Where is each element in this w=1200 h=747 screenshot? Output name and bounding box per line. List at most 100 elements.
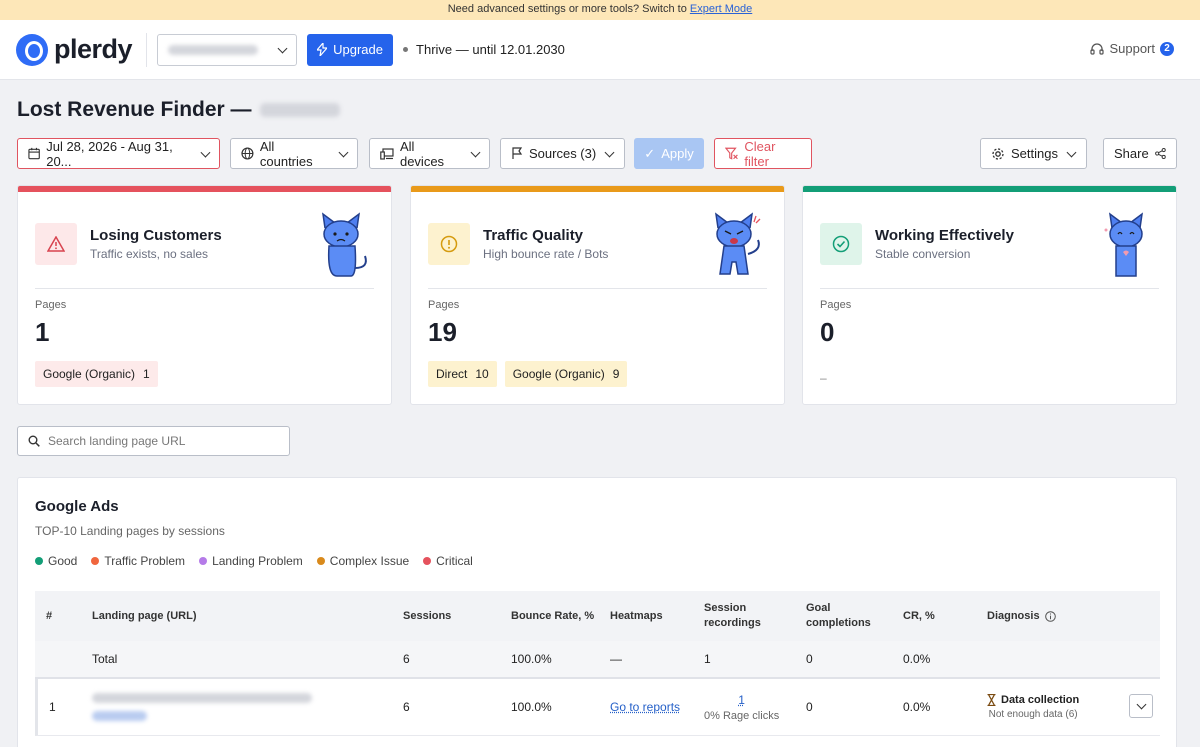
expert-mode-link[interactable]: Expert Mode: [690, 3, 752, 15]
source-chips: Google (Organic) 1: [35, 361, 158, 387]
support-label: Support: [1109, 41, 1155, 56]
site-name-redacted: [260, 103, 340, 117]
devices-label: All devices: [400, 139, 462, 169]
legend-complex-issue: Complex Issue: [317, 554, 409, 568]
top-banner: Need advanced settings or more tools? Sw…: [0, 0, 1200, 20]
col-num: #: [46, 591, 52, 641]
col-goals[interactable]: Goal completions: [806, 591, 876, 641]
row-url-redacted[interactable]: [92, 679, 312, 735]
countries-filter[interactable]: All countries: [230, 138, 358, 169]
chevron-down-icon: [471, 147, 481, 157]
alert-circle-icon: [428, 223, 470, 265]
clear-filter-button[interactable]: Clear filter: [714, 138, 812, 169]
chip-count: 1: [143, 367, 150, 381]
landing-pages-table: # Landing page (URL) Sessions Bounce Rat…: [35, 591, 1160, 736]
table-total-row: Total 6 100.0% — 1 0 0.0%: [35, 641, 1160, 679]
devices-filter[interactable]: All devices: [369, 138, 490, 169]
total-heatmaps: —: [610, 641, 622, 677]
plan-info: Thrive — until 12.01.2030: [403, 42, 565, 57]
chevron-down-icon: [339, 147, 349, 157]
col-url[interactable]: Landing page (URL): [92, 591, 197, 641]
card-divider: [820, 288, 1159, 289]
upgrade-button[interactable]: Upgrade: [307, 34, 393, 66]
card-losing-customers: Losing Customers Traffic exists, no sale…: [17, 185, 392, 405]
angry-cat-icon: [704, 210, 764, 278]
check-circle-icon: [820, 223, 862, 265]
panel-title: Google Ads: [35, 498, 119, 515]
total-cr: 0.0%: [903, 641, 930, 677]
source-chip[interactable]: Google (Organic) 1: [35, 361, 158, 387]
col-bounce[interactable]: Bounce Rate, %: [511, 591, 594, 641]
expand-row-button[interactable]: [1129, 694, 1153, 718]
banner-text: Need advanced settings or more tools? Sw…: [448, 3, 687, 15]
support-button[interactable]: Support 2: [1090, 41, 1174, 56]
globe-icon: [241, 147, 254, 160]
clear-filter-label: Clear filter: [744, 139, 801, 169]
total-label: Total: [92, 641, 117, 677]
date-range-picker[interactable]: Jul 28, 2026 - Aug 31, 20...: [17, 138, 220, 169]
search-input[interactable]: [48, 434, 268, 448]
legend-critical: Critical: [423, 554, 473, 568]
hourglass-icon: [987, 694, 996, 706]
date-range-label: Jul 28, 2026 - Aug 31, 20...: [46, 139, 192, 169]
info-icon[interactable]: [1045, 611, 1056, 622]
chip-count: 9: [613, 367, 620, 381]
apply-label: Apply: [661, 146, 694, 161]
source-chips: Direct 10 Google (Organic) 9: [428, 361, 627, 387]
chevron-down-icon: [605, 147, 615, 157]
legend-traffic-problem: Traffic Problem: [91, 554, 185, 568]
logo[interactable]: plerdy: [16, 34, 132, 66]
apply-button[interactable]: ✓ Apply: [634, 138, 704, 169]
site-select[interactable]: [157, 34, 297, 66]
col-cr[interactable]: CR, %: [903, 591, 935, 641]
card-divider: [428, 288, 767, 289]
flag-icon: [511, 147, 523, 160]
settings-label: Settings: [1011, 146, 1058, 161]
row-goals: 0: [806, 679, 813, 735]
source-chip[interactable]: Direct 10: [428, 361, 497, 387]
sources-filter[interactable]: Sources (3): [500, 138, 625, 169]
settings-button[interactable]: Settings: [980, 138, 1087, 169]
devices-icon: [380, 148, 394, 160]
filter-clear-icon: [725, 147, 738, 160]
share-button[interactable]: Share: [1103, 138, 1177, 169]
divider: [146, 33, 147, 67]
table-row[interactable]: 1 6 100.0% Go to reports 1 0% Rage click…: [35, 679, 1160, 736]
chip-label: Google (Organic): [513, 367, 605, 381]
chip-label: Direct: [436, 367, 467, 381]
support-count-badge: 2: [1160, 42, 1174, 56]
recordings-link[interactable]: 1: [738, 693, 745, 707]
go-to-reports-link[interactable]: Go to reports: [610, 700, 680, 714]
legend-landing-problem: Landing Problem: [199, 554, 303, 568]
pages-label: Pages: [820, 299, 851, 311]
chevron-down-icon: [278, 43, 288, 53]
row-recordings: 1 0% Rage clicks: [704, 679, 779, 735]
chevron-down-icon: [201, 147, 211, 157]
total-goals: 0: [806, 641, 813, 677]
card-title: Losing Customers: [90, 227, 222, 244]
source-chip[interactable]: Google (Organic) 9: [505, 361, 628, 387]
col-sessions[interactable]: Sessions: [403, 591, 451, 641]
row-cr: 0.0%: [903, 679, 930, 735]
col-recordings[interactable]: Session recordings: [704, 591, 774, 641]
sources-label: Sources (3): [529, 146, 596, 161]
pages-value: 0: [820, 317, 834, 348]
total-sessions: 6: [403, 641, 410, 677]
rage-clicks: 0% Rage clicks: [704, 710, 779, 722]
card-subtitle: High bounce rate / Bots: [483, 247, 608, 261]
pages-label: Pages: [428, 299, 459, 311]
card-title: Traffic Quality: [483, 227, 583, 244]
filter-bar: Jul 28, 2026 - Aug 31, 20... All countri…: [17, 138, 1177, 169]
countries-label: All countries: [260, 139, 330, 169]
pages-value: 19: [428, 317, 457, 348]
col-diagnosis: Diagnosis: [987, 591, 1056, 641]
card-accent: [803, 186, 1176, 192]
search-icon: [28, 435, 40, 447]
empty-sources: –: [820, 371, 827, 385]
col-diagnosis-label: Diagnosis: [987, 609, 1040, 624]
page-title-text: Lost Revenue Finder —: [17, 98, 252, 122]
pages-label: Pages: [35, 299, 66, 311]
share-icon: [1155, 147, 1166, 160]
panel-subtitle: TOP-10 Landing pages by sessions: [35, 524, 225, 538]
calendar-icon: [28, 147, 40, 160]
